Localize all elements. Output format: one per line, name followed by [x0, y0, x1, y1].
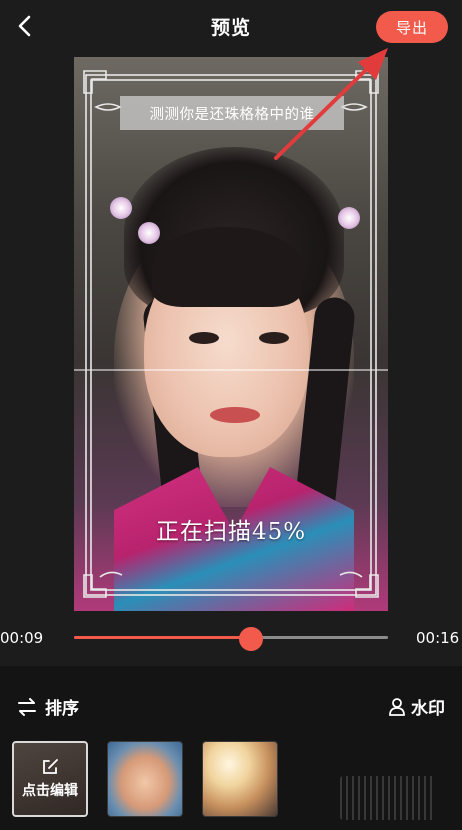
portrait-lips — [210, 407, 260, 423]
swap-arrows-icon — [18, 697, 36, 716]
sort-button[interactable]: 排序 — [17, 694, 79, 719]
clip-thumbnail-2[interactable] — [107, 741, 183, 817]
clip-thumbnail-1[interactable]: 点击编辑 — [12, 741, 88, 817]
sort-label: 排序 — [45, 699, 79, 719]
portrait-eye-right — [259, 332, 289, 344]
edit-label: 点击编辑 — [22, 783, 78, 799]
scan-status-text: 正在扫描45% — [155, 519, 307, 545]
progress-thumb[interactable] — [239, 627, 264, 651]
clip-thumbnail-3[interactable] — [202, 741, 278, 817]
current-time: 00:09 — [0, 629, 44, 647]
hair-flower — [338, 207, 360, 229]
clip-edit-overlay: 点击编辑 — [14, 743, 86, 815]
top-bar: 预览 导出 — [0, 0, 462, 52]
edit-square-icon — [43, 759, 58, 774]
total-time: 00:16 — [416, 629, 460, 647]
watermark-label: 水印 — [411, 699, 445, 719]
site-watermark — [340, 776, 436, 820]
portrait-bangs — [152, 227, 302, 307]
hair-flower — [110, 197, 132, 219]
progress-track[interactable] — [74, 636, 388, 639]
portrait-eye-left — [189, 332, 219, 344]
video-caption: 测测你是还珠格格中的谁 — [120, 96, 344, 130]
export-button[interactable]: 导出 — [376, 11, 448, 43]
hair-flower — [138, 222, 160, 244]
scan-line — [74, 369, 388, 371]
progress-fill — [74, 636, 252, 639]
watermark-button[interactable]: 水印 — [388, 694, 445, 719]
person-icon — [389, 697, 405, 716]
